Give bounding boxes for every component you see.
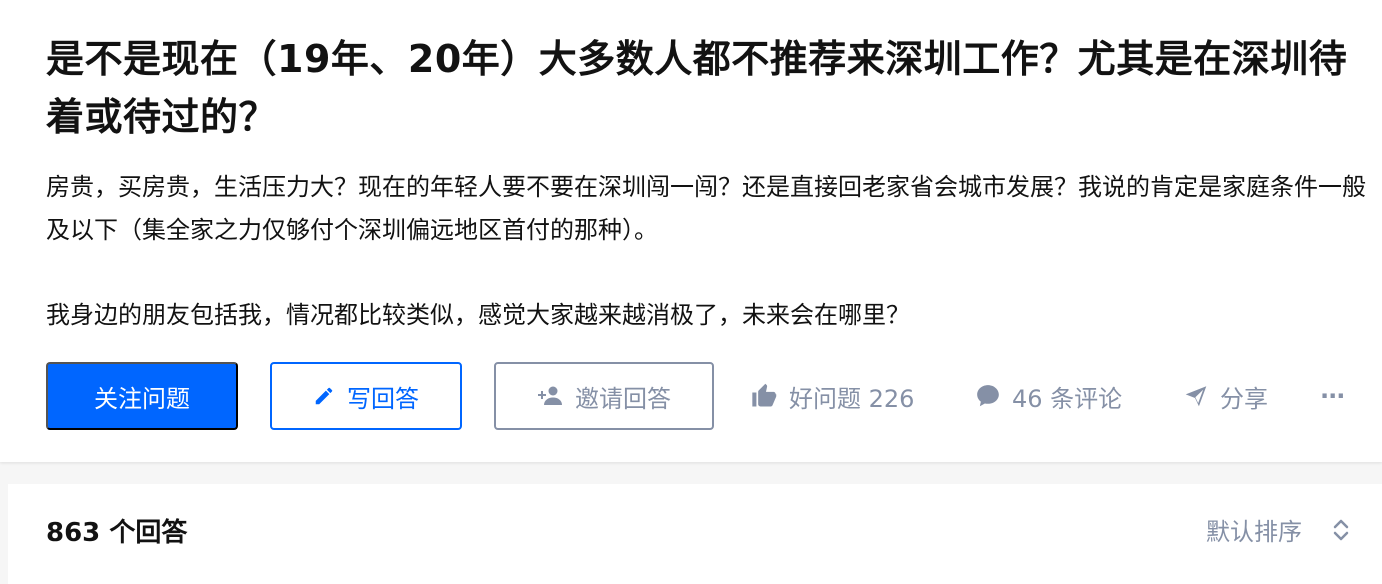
- question-detail-paragraph: 我身边的朋友包括我，情况都比较类似，感觉大家越来越消极了，未来会在哪里？: [46, 301, 910, 329]
- answers-count: 863 个回答: [46, 518, 188, 548]
- share-label: 分享: [1220, 384, 1268, 413]
- write-answer-label: 写回答: [347, 384, 419, 413]
- more-dots-icon: ···: [1320, 382, 1345, 410]
- sort-updown-icon: [1332, 516, 1350, 544]
- thumbs-up-icon: [749, 382, 779, 410]
- pencil-icon: [313, 385, 335, 407]
- invite-answer-label: 邀请回答: [575, 384, 671, 413]
- question-detail-paragraph: 房贵，买房贵，生活压力大？现在的年轻人要不要在深圳闯一闯？还是直接回老家省会城市…: [46, 173, 1366, 244]
- sort-label: 默认排序: [1206, 518, 1302, 546]
- question-header: 是不是现在（19年、20年）大多数人都不推荐来深圳工作？尤其是在深圳待着或待过的…: [0, 0, 1382, 462]
- comments-button[interactable]: 46 条评论: [974, 362, 1122, 430]
- question-detail: 房贵，买房贵，生活压力大？现在的年轻人要不要在深圳闯一闯？还是直接回老家省会城市…: [46, 166, 1366, 337]
- share-button[interactable]: 分享: [1182, 362, 1268, 430]
- paper-plane-icon: [1182, 383, 1210, 409]
- answers-list-header: 863 个回答 默认排序: [8, 484, 1382, 584]
- sort-dropdown[interactable]: 默认排序: [1206, 512, 1350, 547]
- good-question-label: 好问题 226: [789, 384, 915, 413]
- add-user-icon: [537, 385, 563, 407]
- more-options-button[interactable]: ···: [1320, 362, 1345, 430]
- question-title: 是不是现在（19年、20年）大多数人都不推荐来深圳工作？尤其是在深圳待着或待过的…: [46, 37, 1348, 139]
- follow-question-button[interactable]: 关注问题: [46, 362, 238, 430]
- write-answer-button[interactable]: 写回答: [270, 362, 462, 430]
- comment-bubble-icon: [974, 383, 1002, 409]
- invite-answer-button[interactable]: 邀请回答: [494, 362, 714, 430]
- comments-label: 46 条评论: [1012, 384, 1123, 413]
- question-actions: 关注问题 写回答 邀请回答 好问题 226 46 条评论 分享 ···: [46, 362, 1366, 430]
- good-question-button[interactable]: 好问题 226: [749, 362, 914, 430]
